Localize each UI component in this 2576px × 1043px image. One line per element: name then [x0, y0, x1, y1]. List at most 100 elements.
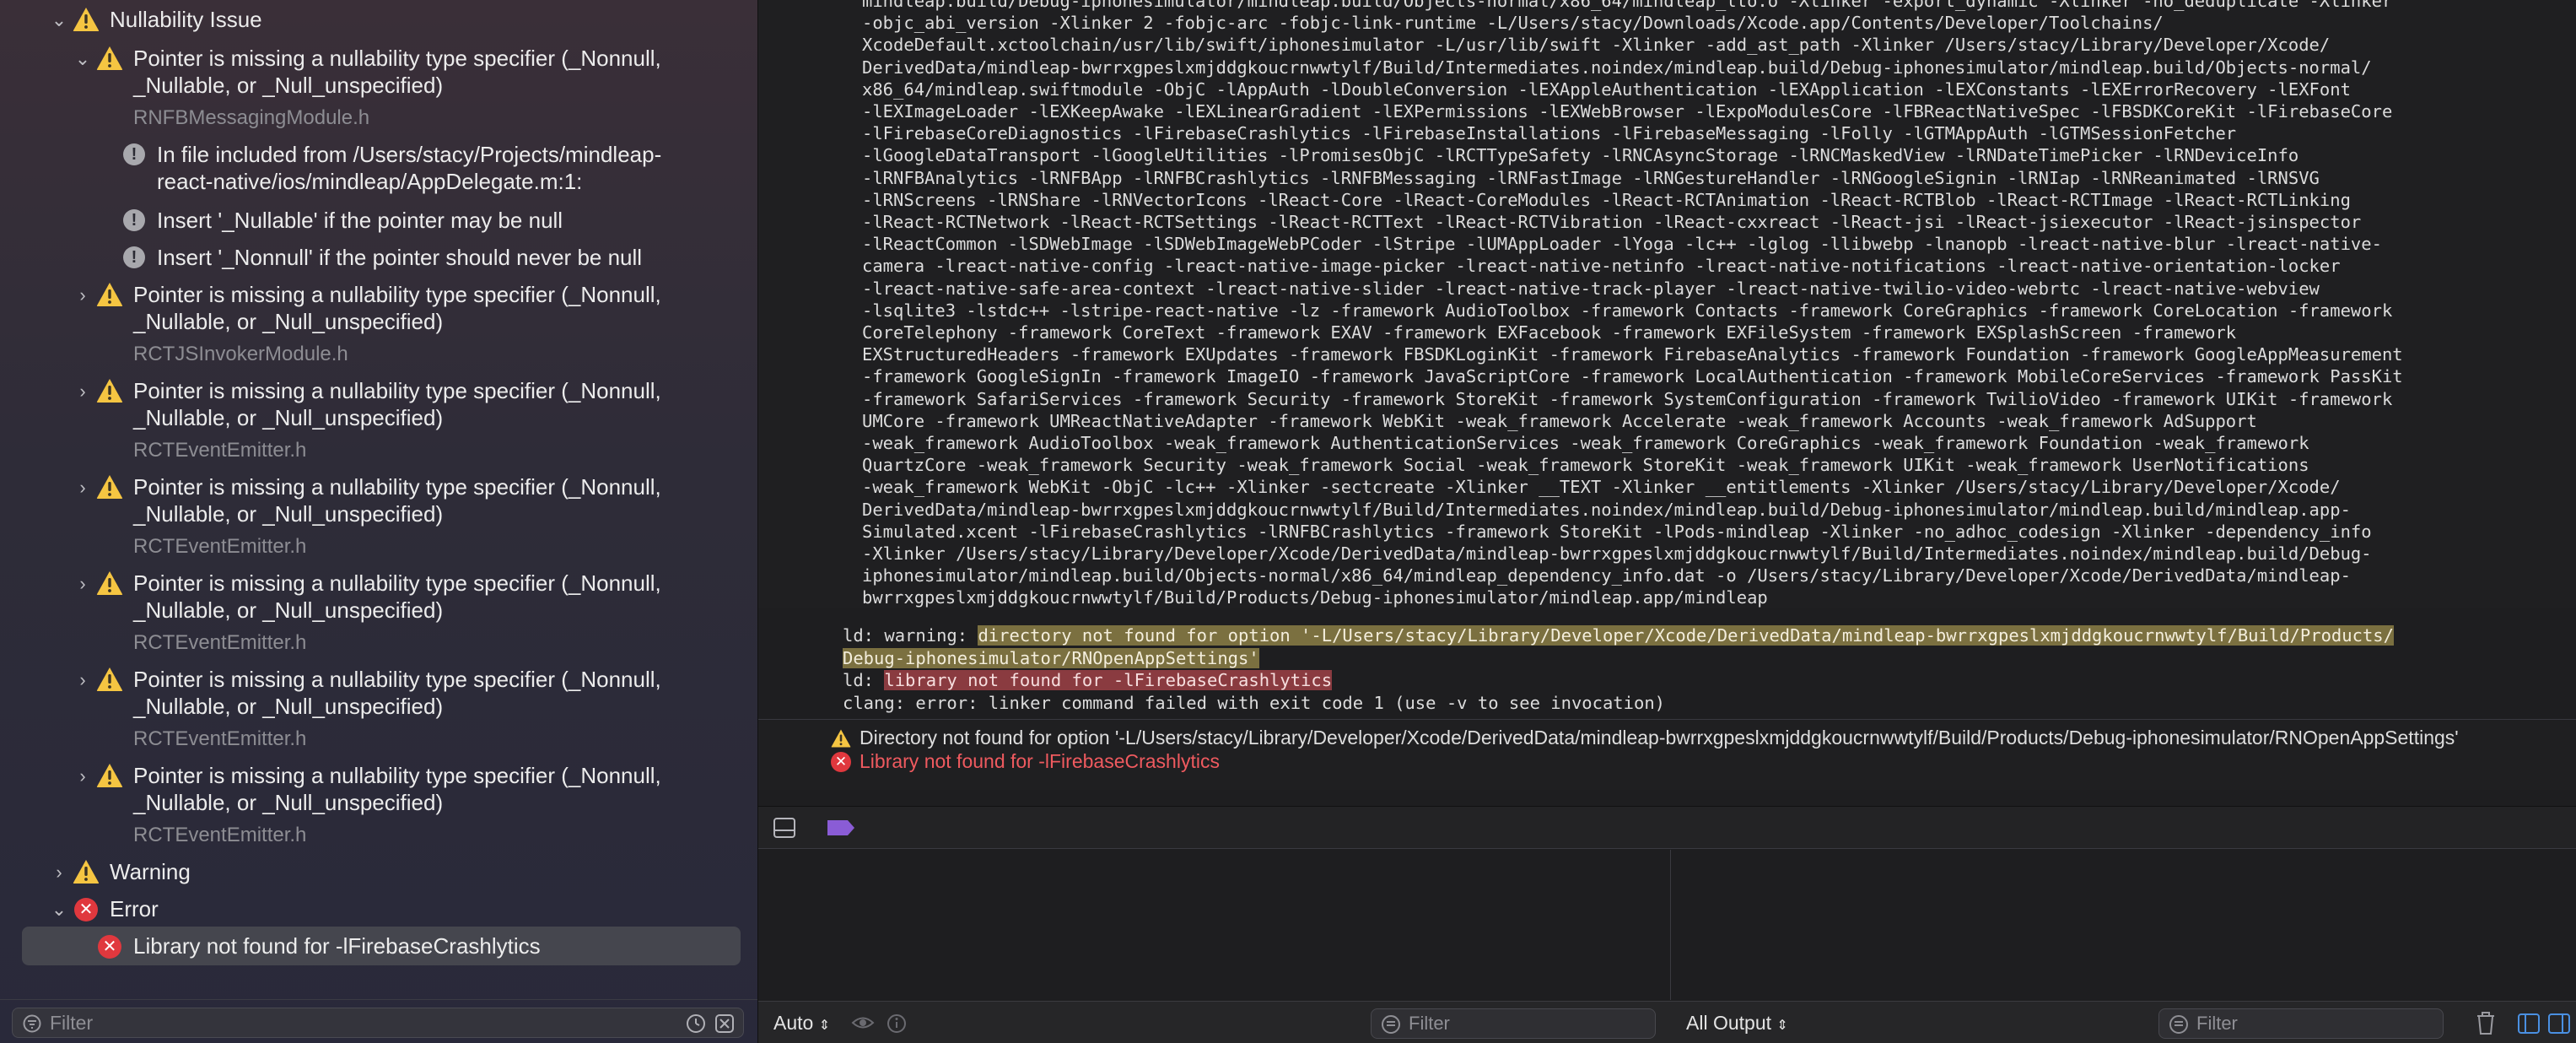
- log-line: Simulated.xcent -lFirebaseCrashlytics -l…: [862, 521, 2372, 542]
- right-panel-toggle-icon[interactable]: [2548, 1013, 2570, 1034]
- log-line: UMCore -framework UMReactNativeAdapter -…: [862, 410, 2257, 431]
- log-line: -weak_framework AudioToolbox -weak_frame…: [862, 433, 2309, 454]
- issue-file: RNFBMessagingModule.h: [133, 106, 370, 129]
- warning-icon: [96, 378, 123, 403]
- note-text-cont: react-native/ios/mindleap/AppDelegate.m:…: [157, 169, 583, 194]
- info-icon: !: [123, 143, 145, 165]
- output-selector[interactable]: All Output ⇕: [1686, 1012, 1788, 1035]
- info-icon: !: [123, 246, 145, 268]
- log-line: -lRNFBAnalytics -lRNFBApp -lRNFBCrashlyt…: [862, 167, 2320, 188]
- log-line: -lreact-native-safe-area-context -lreact…: [862, 278, 2320, 299]
- updown-chevron-icon: ⇕: [818, 1019, 831, 1033]
- filter-placeholder: Filter: [50, 1012, 94, 1034]
- issue-message: Pointer is missing a nullability type sp…: [133, 282, 661, 307]
- variables-view: [758, 850, 1671, 1000]
- issue-file: RCTEventEmitter.h: [133, 727, 307, 750]
- log-line: DerivedData/mindleap-bwrrxgpeslxmjddgkou…: [862, 499, 2351, 520]
- issue-message-cont: _Nullable, or _Null_unspecified): [133, 790, 444, 815]
- issue-message: Pointer is missing a nullability type sp…: [133, 46, 661, 71]
- log-line: XcodeDefault.xctoolchain/usr/lib/swift/i…: [862, 35, 2331, 56]
- debug-bottom-bar: Auto ⇕ Filter All Output ⇕ Filter: [758, 1001, 2576, 1043]
- issue-message-cont: _Nullable, or _Null_unspecified): [133, 694, 444, 719]
- log-warning-issue[interactable]: Directory not found for option '-L/Users…: [831, 727, 2459, 749]
- issue-file: RCTEventEmitter.h: [133, 439, 307, 462]
- debug-toolbar: [758, 807, 2576, 849]
- navigator-filter-input[interactable]: Filter: [12, 1008, 744, 1038]
- error-message: Library not found for -lFirebaseCrashlyt…: [133, 933, 541, 959]
- info-icon: !: [123, 209, 145, 231]
- group-label: Nullability Issue: [110, 7, 262, 32]
- warning-icon: [96, 46, 123, 71]
- issue-scope-icon[interactable]: [714, 1013, 735, 1034]
- console-view: [1672, 850, 2576, 1000]
- warning-icon: [831, 728, 851, 748]
- error-icon: ✕: [74, 898, 98, 921]
- filter-placeholder: Filter: [2196, 1013, 2238, 1034]
- info-circle-icon[interactable]: [887, 1013, 907, 1034]
- clock-icon[interactable]: [686, 1013, 706, 1034]
- issue-file: RCTEventEmitter.h: [133, 824, 307, 846]
- scope-selector[interactable]: Auto ⇕: [773, 1012, 830, 1035]
- trash-icon[interactable]: [2476, 1012, 2496, 1035]
- issue-message: Pointer is missing a nullability type sp…: [133, 378, 661, 403]
- log-line: QuartzCore -weak_framework Security -wea…: [862, 455, 2309, 476]
- log-line: -framework GoogleSignIn -framework Image…: [862, 366, 2403, 387]
- hide-debug-area-icon[interactable]: [773, 818, 795, 838]
- log-line: DerivedData/mindleap-bwrrxgpeslxmjddgkou…: [862, 57, 2372, 78]
- log-line: -Xlinker /Users/stacy/Library/Developer/…: [862, 543, 2372, 565]
- issue-message-cont: _Nullable, or _Null_unspecified): [133, 405, 444, 430]
- ld-warning-text[interactable]: directory not found for option '-L/Users…: [978, 625, 2394, 646]
- chevron-down-icon[interactable]: ⌄: [47, 898, 71, 921]
- log-line: -lRNScreens -lRNShare -lRNVectorIcons -l…: [862, 189, 2351, 210]
- issue-message-cont: _Nullable, or _Null_unspecified): [133, 501, 444, 527]
- eye-icon[interactable]: [851, 1013, 875, 1032]
- scope-label: Auto: [773, 1012, 814, 1034]
- log-line: -lFirebaseCoreDiagnostics -lFirebaseCras…: [862, 123, 2237, 144]
- console-filter-input[interactable]: Filter: [2158, 1008, 2444, 1039]
- log-error-text: Library not found for -lFirebaseCrashlyt…: [860, 750, 1220, 772]
- log-line: EXStructuredHeaders -framework EXUpdates…: [862, 344, 2403, 365]
- log-issue-summary: Directory not found for option '-L/Users…: [758, 719, 2576, 790]
- log-line: mindleap.build/Debug-iphonesimulator/min…: [862, 0, 2393, 11]
- group-label: Error: [110, 896, 159, 921]
- issue-file: RCTEventEmitter.h: [133, 535, 307, 558]
- log-line: camera -lreact-native-config -lreact-nat…: [862, 256, 2341, 277]
- linker-command: mindleap.build/Debug-iphonesimulator/min…: [862, 0, 2549, 609]
- chevron-right-icon[interactable]: ›: [71, 476, 94, 500]
- filter-icon: [23, 1014, 41, 1033]
- chevron-right-icon[interactable]: ›: [71, 765, 94, 788]
- chevron-down-icon[interactable]: ⌄: [47, 8, 71, 32]
- ld-warning-prefix: ld: warning:: [843, 625, 978, 646]
- issue-message-cont: _Nullable, or _Null_unspecified): [133, 597, 444, 623]
- issue-navigator: ⌄ Nullability Issue ⌄ Pointer is missing…: [0, 0, 757, 1043]
- warning-icon: [96, 474, 123, 500]
- log-line: -lReact-RCTNetwork -lReact-RCTSettings -…: [862, 212, 2362, 233]
- variables-filter-input[interactable]: Filter: [1371, 1008, 1656, 1039]
- chevron-right-icon[interactable]: ›: [71, 572, 94, 596]
- chevron-down-icon[interactable]: ⌄: [71, 47, 94, 71]
- navigator-filter-bar: Filter: [0, 999, 757, 1043]
- note-text: In file included from /Users/stacy/Proje…: [157, 142, 662, 167]
- filter-icon: [1382, 1015, 1400, 1034]
- chevron-right-icon[interactable]: ›: [47, 861, 71, 884]
- log-line: -framework SafariServices -framework Sec…: [862, 388, 2393, 409]
- error-icon: ✕: [831, 751, 851, 772]
- log-line: -weak_framework WebKit -ObjC -lc++ -Xlin…: [862, 477, 2341, 498]
- log-line: bwrrxgpeslxmjddgkoucrnwwtylf/Build/Produ…: [862, 587, 1768, 608]
- chevron-right-icon[interactable]: ›: [71, 380, 94, 403]
- breakpoint-icon[interactable]: [826, 819, 856, 837]
- filter-placeholder: Filter: [1409, 1013, 1450, 1034]
- linker-output: ld: warning: directory not found for opt…: [843, 624, 2563, 714]
- clang-error-line: clang: error: linker command failed with…: [843, 692, 1666, 713]
- log-error-issue[interactable]: ✕ Library not found for -lFirebaseCrashl…: [831, 750, 1220, 773]
- ld-error-text[interactable]: library not found for -lFirebaseCrashlyt…: [884, 670, 1333, 690]
- log-line: iphonesimulator/mindleap.build/Objects-n…: [862, 565, 2351, 586]
- log-line: -lGoogleDataTransport -lGoogleUtilities …: [862, 145, 2299, 166]
- issue-file: RCTEventEmitter.h: [133, 631, 307, 654]
- left-panel-toggle-icon[interactable]: [2518, 1013, 2540, 1034]
- chevron-right-icon[interactable]: ›: [71, 284, 94, 307]
- build-log: mindleap.build/Debug-iphonesimulator/min…: [758, 0, 2576, 713]
- ld-warning-text-cont[interactable]: Debug-iphonesimulator/RNOpenAppSettings': [843, 647, 1259, 668]
- build-log-panel: mindleap.build/Debug-iphonesimulator/min…: [757, 0, 2576, 1043]
- chevron-right-icon[interactable]: ›: [71, 668, 94, 692]
